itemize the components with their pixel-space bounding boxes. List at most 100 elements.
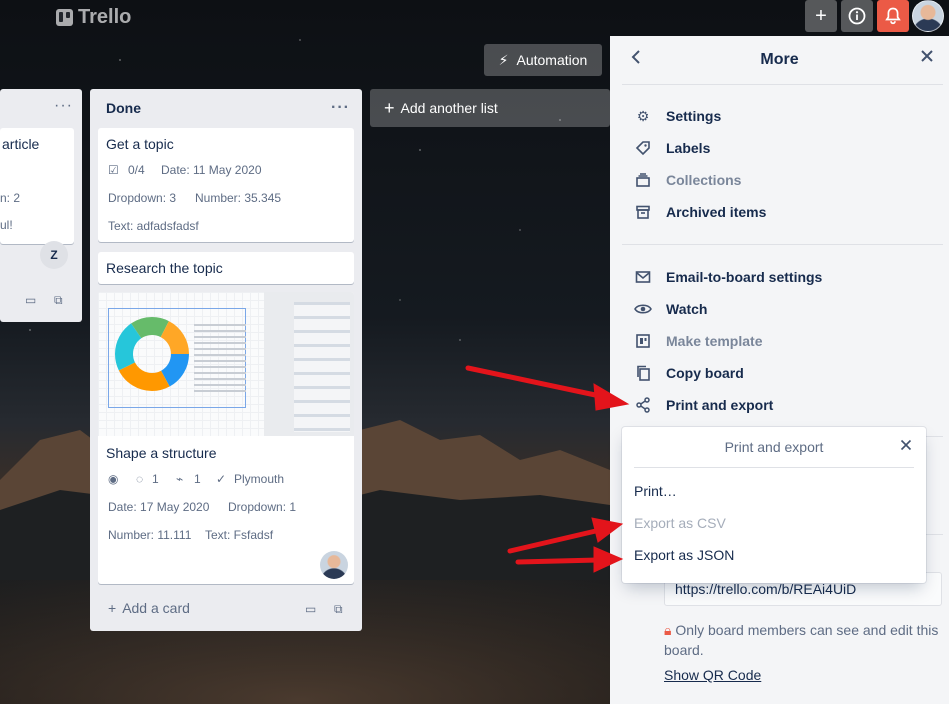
card-partial[interactable]: article n: 2 ul! Z xyxy=(0,128,74,269)
checklist-icon: ☑ xyxy=(108,163,119,177)
card-location: Plymouth xyxy=(234,472,285,486)
donut-chart-thumbnail xyxy=(115,317,189,391)
trello-logo-icon xyxy=(56,8,73,26)
menu-item-label: Collections xyxy=(666,172,742,188)
user-avatar[interactable] xyxy=(912,0,944,32)
copy-icon xyxy=(634,364,652,382)
checklist-count: 0/4 xyxy=(128,163,145,177)
divider xyxy=(622,244,943,245)
plus-icon: + xyxy=(384,97,395,118)
member-avatar[interactable] xyxy=(320,551,348,579)
plus-icon: + xyxy=(108,600,117,616)
menu-item-label: Make template xyxy=(666,333,763,349)
add-card-button[interactable]: + Add a card xyxy=(108,600,190,616)
list-menu-dots[interactable]: ··· xyxy=(331,99,350,117)
gear-icon: ⚙ xyxy=(636,107,650,124)
logo-text: Trello xyxy=(78,5,132,28)
add-list-label: Add another list xyxy=(400,100,498,116)
card-get-a-topic[interactable]: Get a topic ☑ 0/4 Date: 11 May 2020 Drop… xyxy=(98,128,354,242)
archive-icon xyxy=(634,203,652,221)
menu-item-label: Labels xyxy=(666,140,711,156)
location-check-icon: ✓ xyxy=(216,472,227,486)
share-icon xyxy=(634,396,652,414)
plus-icon: + xyxy=(815,4,827,27)
menu-item-watch[interactable]: Watch xyxy=(634,297,707,321)
card-date: Date: 11 May 2020 xyxy=(161,163,262,177)
attachment-icon: ⌁ xyxy=(176,472,184,486)
export-json-option[interactable]: Export as JSON xyxy=(634,539,914,571)
close-icon[interactable] xyxy=(900,438,912,455)
automation-label: Automation xyxy=(516,52,588,68)
popover-title: Print and export xyxy=(724,439,824,455)
add-list-button[interactable]: + Add another list xyxy=(370,89,610,127)
menu-item-archived[interactable]: Archived items xyxy=(634,200,766,224)
menu-item-labels[interactable]: Labels xyxy=(634,136,710,160)
menu-item-make-template[interactable]: Make template xyxy=(634,329,762,353)
comment-count: 1 xyxy=(152,472,159,486)
show-qr-code-link[interactable]: Show QR Code xyxy=(664,667,761,683)
notice-text: Only board members can see and edit this… xyxy=(664,622,939,658)
camera-icon[interactable]: ▭ xyxy=(25,293,36,307)
card-dropdown: Dropdown: 1 xyxy=(228,500,297,514)
card-title: article xyxy=(2,136,40,152)
automation-button[interactable]: ⚡ Automation xyxy=(484,44,602,76)
card-text: Text: Fsfadsf xyxy=(205,528,274,542)
settings-panel-thumbnail xyxy=(294,302,350,432)
attachment-count: 1 xyxy=(194,472,201,486)
info-icon xyxy=(848,7,866,25)
info-button[interactable] xyxy=(841,0,873,32)
menu-item-label: Print and export xyxy=(666,397,774,413)
member-avatar[interactable]: Z xyxy=(40,241,68,269)
add-card-label: Add a card xyxy=(122,600,190,616)
tag-icon xyxy=(634,139,652,157)
card-text: Text: adfadsfadsf xyxy=(108,219,199,233)
divider xyxy=(622,84,943,85)
trello-logo[interactable]: Trello xyxy=(56,5,131,29)
list-menu-dots[interactable]: ··· xyxy=(54,97,73,115)
list-title[interactable]: Done xyxy=(106,100,141,116)
menu-item-collections[interactable]: Collections xyxy=(634,168,741,192)
divider xyxy=(634,467,914,468)
card-number: Number: 35.345 xyxy=(195,191,282,205)
menu-item-copy-board[interactable]: Copy board xyxy=(634,361,744,385)
card-title: Research the topic xyxy=(106,260,223,276)
comment-icon: ◌ xyxy=(136,472,144,486)
lightning-icon: ⚡ xyxy=(498,51,509,68)
menu-item-label: Archived items xyxy=(666,204,767,220)
template-icon xyxy=(634,332,652,350)
print-export-popover: Print and export Print… Export as CSV Ex… xyxy=(622,427,926,583)
card-title: Shape a structure xyxy=(106,445,217,461)
card-number: Number: 11.111 xyxy=(108,528,192,542)
export-csv-option[interactable]: Export as CSV xyxy=(634,507,914,539)
menu-item-print-export[interactable]: Print and export xyxy=(634,393,773,417)
email-icon xyxy=(634,268,652,286)
template-card-icon[interactable]: ⧉ xyxy=(54,293,63,308)
legend-thumbnail xyxy=(194,324,246,394)
close-icon[interactable] xyxy=(919,48,935,69)
bell-icon xyxy=(885,7,901,25)
eye-icon xyxy=(634,300,652,318)
card-title: Get a topic xyxy=(106,136,174,152)
print-option[interactable]: Print… xyxy=(634,475,914,507)
card-research-the-topic[interactable]: Research the topic xyxy=(98,252,354,284)
create-button[interactable]: + xyxy=(805,0,837,32)
back-arrow-icon[interactable] xyxy=(630,48,642,71)
menu-item-settings[interactable]: ⚙ Settings xyxy=(634,104,722,128)
visibility-notice: 🔒︎ Only board members can see and edit t… xyxy=(664,620,944,660)
card-shape-a-structure[interactable]: Shape a structure ◉ ◌ 1 ⌁ 1 ✓ Plymouth D… xyxy=(98,292,354,584)
menu-title: More xyxy=(760,51,799,68)
template-card-icon[interactable]: ⧉ xyxy=(334,602,343,617)
menu-item-label: Copy board xyxy=(666,365,744,381)
card-dropdown: Dropdown: 3 xyxy=(108,191,177,205)
card-meta: n: 2 xyxy=(0,191,21,205)
notifications-button[interactable] xyxy=(877,0,909,32)
menu-item-email-to-board[interactable]: Email-to-board settings xyxy=(634,265,822,289)
camera-icon[interactable]: ▭ xyxy=(305,602,316,616)
lock-icon: 🔒︎ xyxy=(664,622,672,638)
card-date: Date: 17 May 2020 xyxy=(108,500,210,514)
board-menu: More ⚙ Settings Labels Collections Archi… xyxy=(610,36,949,704)
watch-icon: ◉ xyxy=(108,472,119,486)
card-meta: ul! xyxy=(0,218,13,232)
list-header: Done ··· xyxy=(90,89,362,127)
menu-item-label: Watch xyxy=(666,301,708,317)
